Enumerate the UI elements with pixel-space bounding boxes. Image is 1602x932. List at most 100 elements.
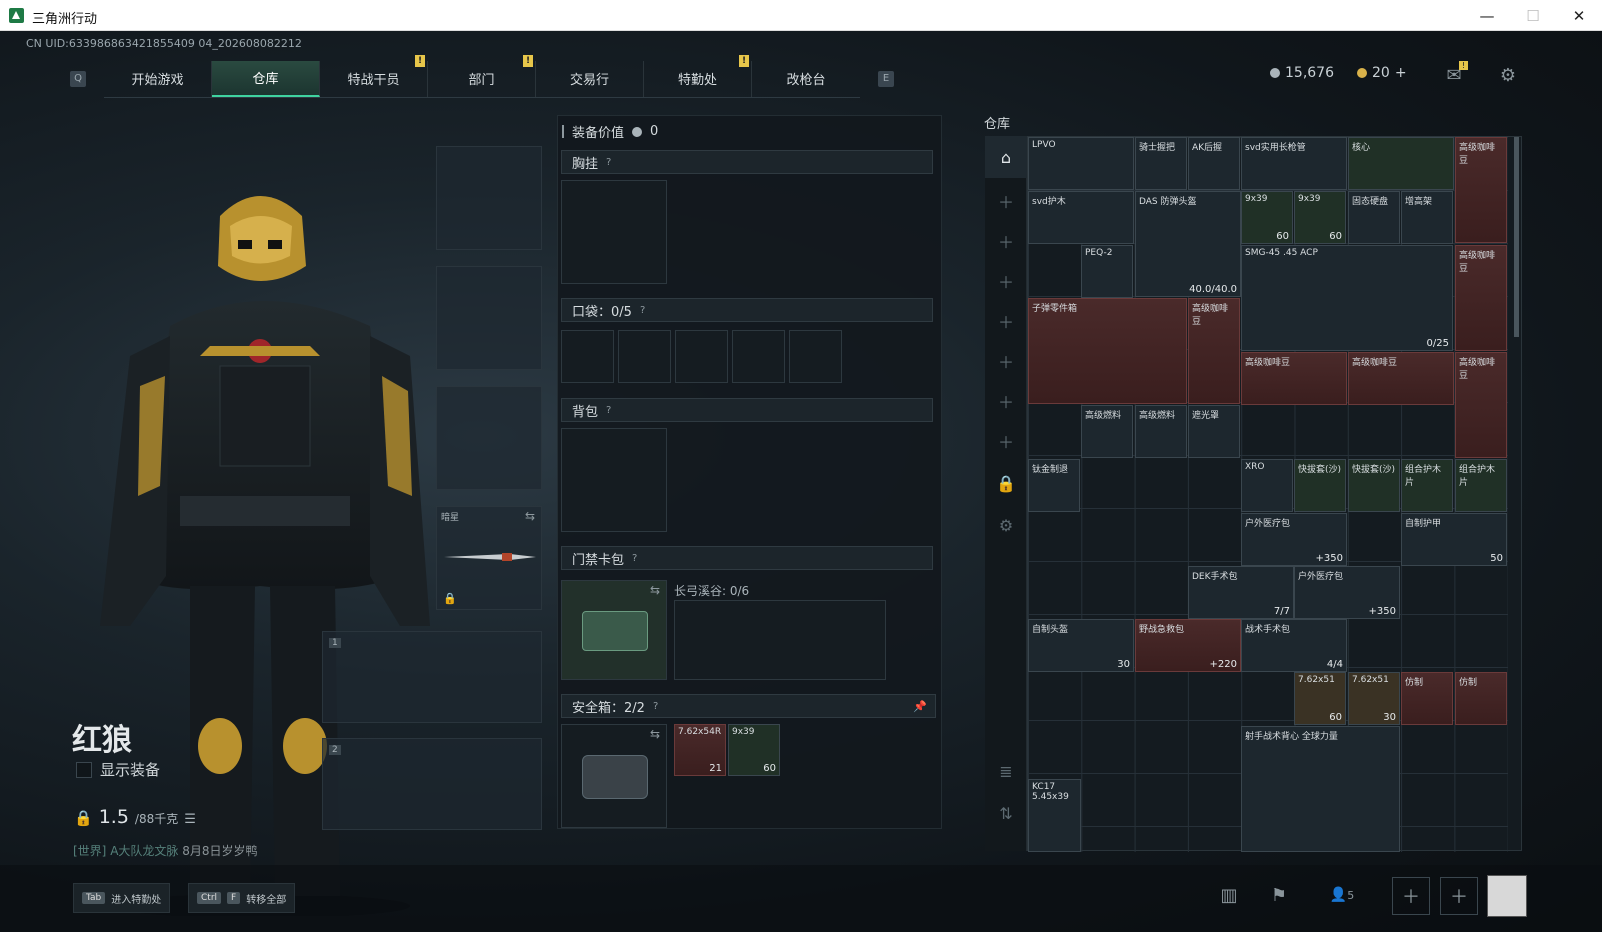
add-tab-icon[interactable]: ＋ (985, 300, 1027, 342)
storage-item[interactable]: 自制头盔 30 (1028, 619, 1134, 672)
storage-item[interactable]: 仿制 (1455, 672, 1507, 725)
help-icon[interactable]: ? (640, 305, 645, 316)
nav-right-key[interactable]: E (878, 71, 894, 87)
storage-item[interactable]: PEQ-2 (1081, 245, 1133, 298)
storage-item[interactable]: 战术手术包 4/4 (1241, 619, 1347, 672)
tab-start-game[interactable]: 开始游戏 (104, 60, 212, 97)
storage-item[interactable]: 骑士握把 (1135, 137, 1187, 190)
storage-item[interactable]: 快拔套(沙) (1348, 459, 1400, 512)
storage-item[interactable]: 高级燃料 (1081, 405, 1133, 458)
storage-item[interactable]: 高级咖啡豆 (1348, 352, 1454, 405)
pocket-slot[interactable] (561, 330, 614, 383)
show-equipment-toggle[interactable]: 显示装备 (76, 759, 160, 780)
tab-special-ops[interactable]: 特勤处! (644, 54, 752, 97)
storage-item[interactable]: 仿制 (1401, 672, 1453, 725)
helmet-slot[interactable] (436, 146, 542, 250)
keycard-slots[interactable] (674, 600, 886, 680)
storage-item[interactable]: XRO (1241, 459, 1293, 512)
storage-item[interactable]: 射手战术背心 全球力量 (1241, 726, 1400, 852)
transfer-all-button[interactable]: Ctrl F 转移全部 (188, 883, 296, 913)
swap-icon[interactable]: ⇆ (650, 727, 660, 741)
storage-item[interactable]: KC17 5.45x39 (1028, 779, 1081, 852)
squad-icon[interactable]: 👤 5 (1320, 883, 1364, 907)
pin-icon[interactable]: 📌 (913, 700, 927, 713)
primary-weapon-slot-1[interactable]: 1 (322, 631, 542, 723)
tab-warehouse[interactable]: 仓库 (212, 60, 320, 97)
storage-item[interactable]: 9x39 60 (1294, 191, 1346, 244)
storage-item[interactable]: 高级咖啡豆 (1455, 137, 1507, 243)
storage-item[interactable]: 组合护木片 (1401, 459, 1453, 512)
swap-icon[interactable]: ⇆ (650, 583, 660, 597)
storage-item[interactable]: 野战急救包 +220 (1135, 619, 1241, 672)
storage-item[interactable]: DAS 防弹头盔 40.0/40.0 (1135, 191, 1241, 297)
show-equipment-checkbox[interactable] (76, 761, 92, 778)
settings-gear-icon[interactable]: ⚙ (985, 504, 1027, 546)
tab-operators[interactable]: 特战干员! (320, 54, 428, 97)
minimize-button[interactable]: — (1464, 0, 1510, 31)
storage-item[interactable]: 增高架 (1401, 191, 1453, 244)
add-tab-icon[interactable]: ＋ (985, 380, 1027, 422)
storage-item[interactable]: 自制护甲 50 (1401, 513, 1507, 566)
safebox-item[interactable]: 9x39 60 (728, 724, 780, 776)
help-icon[interactable]: ? (632, 553, 637, 564)
storage-item[interactable]: AK后握 (1188, 137, 1240, 190)
swap-icon[interactable]: ⇆ (525, 509, 535, 523)
storage-home-icon[interactable]: ⌂ (985, 136, 1027, 178)
primary-weapon-slot-2[interactable]: 2 (322, 738, 542, 830)
player-avatar[interactable] (1487, 875, 1527, 917)
chat-user[interactable]: A大队龙文脉 (110, 844, 178, 858)
add-tab-icon[interactable]: ＋ (985, 260, 1027, 302)
melee-slot[interactable]: 暗星 ⇆ 🔒 (436, 506, 542, 610)
add-gold-button[interactable]: + (1395, 65, 1407, 81)
tab-trade[interactable]: 交易行 (536, 60, 644, 97)
add-tab-icon[interactable]: ＋ (985, 180, 1027, 222)
storage-item[interactable]: 高级咖啡豆 (1188, 298, 1240, 404)
mail-icon[interactable]: ✉! (1440, 61, 1468, 87)
close-button[interactable]: ✕ (1556, 0, 1602, 31)
pocket-slot[interactable] (732, 330, 785, 383)
tab-department[interactable]: 部门! (428, 54, 536, 97)
storage-item[interactable]: 户外医疗包 +350 (1294, 566, 1400, 619)
invite-slot-icon[interactable]: ＋ (1440, 877, 1478, 915)
pocket-slot[interactable] (675, 330, 728, 383)
pocket-slot[interactable] (789, 330, 842, 383)
keycard-case-slot[interactable]: ⇆ (561, 580, 667, 680)
storage-item[interactable]: SMG-45 .45 ACP 0/25 (1241, 245, 1453, 351)
enter-special-ops-button[interactable]: Tab 进入特勤处 (73, 883, 171, 913)
lock-icon[interactable]: 🔒 (985, 462, 1027, 504)
tab-gunsmith[interactable]: 改枪台 (752, 61, 860, 97)
safebox-slot[interactable]: ⇆ (561, 724, 667, 828)
storage-item[interactable]: 高级燃料 (1135, 405, 1187, 458)
storage-scrollbar[interactable] (1514, 137, 1519, 337)
backpack-slot[interactable] (561, 428, 667, 532)
layers-icon[interactable]: ≣ (985, 750, 1027, 792)
storage-item[interactable]: 户外医疗包 +350 (1241, 513, 1347, 566)
help-icon[interactable]: ? (606, 157, 611, 168)
storage-item[interactable]: 遮光罩 (1188, 405, 1240, 458)
storage-item[interactable]: 高级咖啡豆 (1241, 352, 1347, 405)
storage-item[interactable]: 7.62x51 60 (1294, 672, 1346, 725)
safebox-item[interactable]: 7.62x54R 21 (674, 724, 726, 776)
add-tab-icon[interactable]: ＋ (985, 340, 1027, 382)
invite-slot-icon[interactable]: ＋ (1392, 877, 1430, 915)
storage-item[interactable]: 高级咖啡豆 (1455, 352, 1507, 458)
stats-chart-icon[interactable]: ▥ (1215, 883, 1243, 907)
storage-item[interactable]: svd护木 (1028, 191, 1134, 244)
storage-item[interactable]: 钛金制退 (1028, 459, 1080, 512)
storage-item[interactable]: 组合护木片 (1455, 459, 1507, 512)
storage-item[interactable]: 高级咖啡豆 (1455, 245, 1507, 351)
settings-gear-icon[interactable]: ⚙ (1494, 63, 1522, 87)
storage-item[interactable]: svd实用长枪管 (1241, 137, 1347, 190)
armor-slot[interactable] (436, 266, 542, 370)
storage-item[interactable]: 9x39 60 (1241, 191, 1293, 244)
storage-item[interactable]: 固态硬盘 (1348, 191, 1400, 244)
add-tab-icon[interactable]: ＋ (985, 420, 1027, 462)
add-tab-icon[interactable]: ＋ (985, 220, 1027, 262)
maximize-button[interactable]: ☐ (1510, 0, 1556, 31)
storage-item[interactable]: 快拔套(沙) (1294, 459, 1346, 512)
pistol-slot[interactable] (436, 386, 542, 490)
storage-item[interactable]: 子弹零件箱 (1028, 298, 1187, 404)
storage-item[interactable]: 核心 (1348, 137, 1454, 190)
list-icon[interactable]: ☰ (184, 812, 196, 827)
pocket-slot[interactable] (618, 330, 671, 383)
